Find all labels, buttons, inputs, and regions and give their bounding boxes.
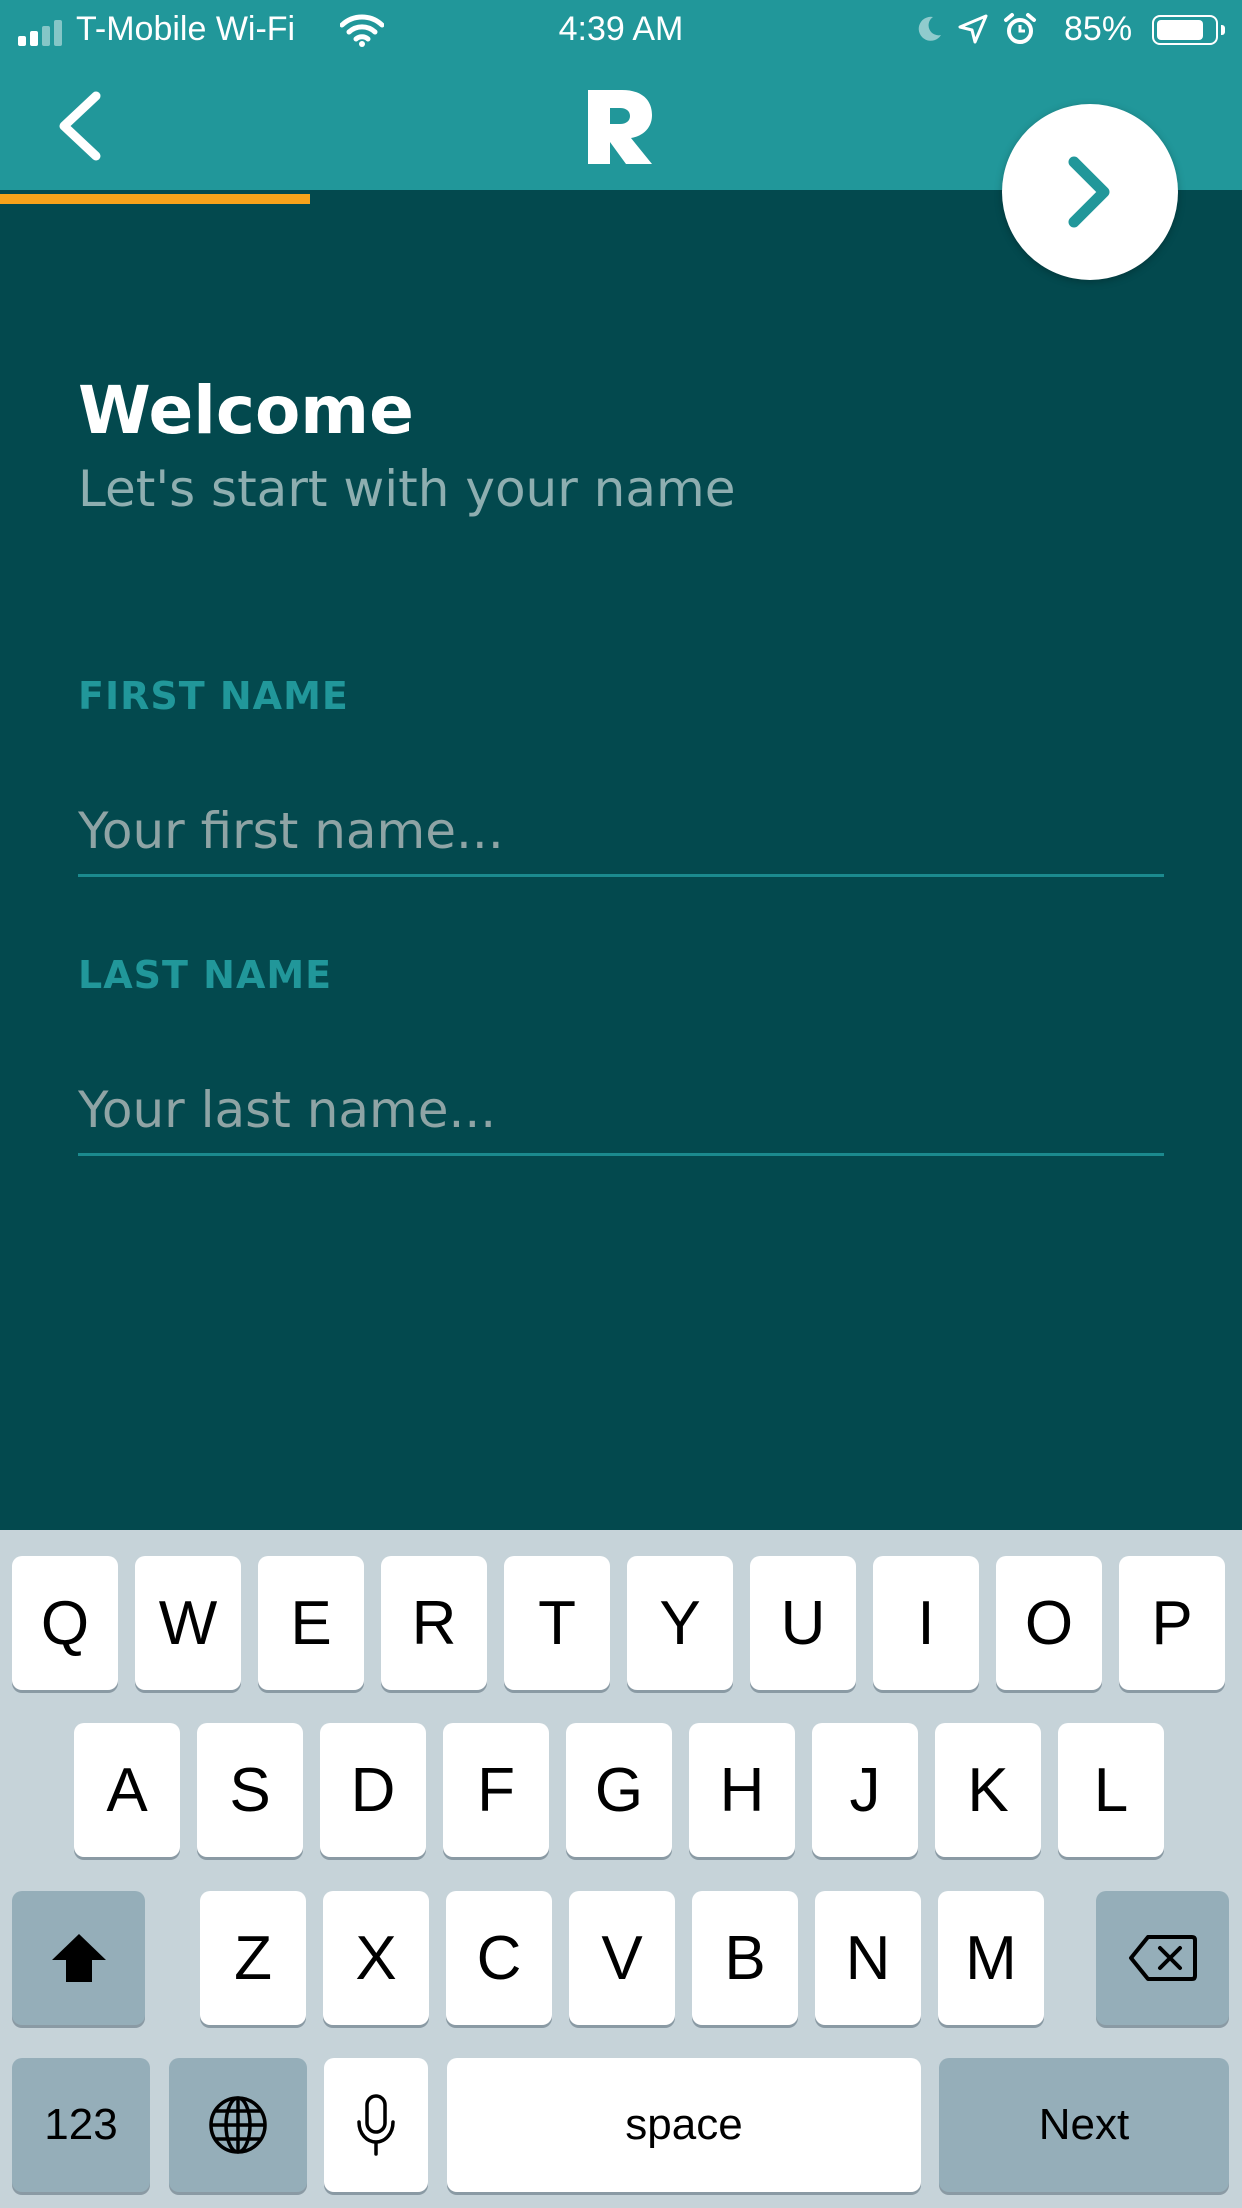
shift-key[interactable] [12,1891,145,2025]
key-q[interactable]: Q [12,1556,118,1690]
first-name-input[interactable] [78,787,1164,877]
page-title: Welcome [78,372,414,449]
key-y[interactable]: Y [627,1556,733,1690]
alarm-clock-icon [1004,13,1036,44]
key-l[interactable]: L [1058,1723,1164,1857]
page-subtitle: Let's start with your name [78,460,736,518]
battery-fill [1157,20,1203,40]
r-logo-icon [588,90,652,164]
key-m[interactable]: M [938,1891,1044,2025]
key-j[interactable]: J [812,1723,918,1857]
key-f[interactable]: F [443,1723,549,1857]
backspace-icon [1128,1935,1197,1981]
key-s[interactable]: S [197,1723,303,1857]
globe-key[interactable] [169,2058,307,2192]
key-o[interactable]: O [996,1556,1102,1690]
last-name-label: LAST NAME [78,953,333,997]
key-w[interactable]: W [135,1556,241,1690]
key-d[interactable]: D [320,1723,426,1857]
progress-bar [0,194,310,204]
key-t[interactable]: T [504,1556,610,1690]
last-name-input[interactable] [78,1066,1164,1156]
status-bar: T-Mobile Wi-Fi 4:39 AM 85% [0,0,1242,62]
key-a[interactable]: A [74,1723,180,1857]
back-chevron-icon[interactable] [52,88,108,164]
key-i[interactable]: I [873,1556,979,1690]
microphone-icon [357,2094,395,2156]
battery-percent: 85% [1064,10,1133,48]
next-key[interactable]: Next [939,2058,1229,2192]
numbers-key[interactable]: 123 [12,2058,150,2192]
key-v[interactable]: V [569,1891,675,2025]
key-r[interactable]: R [381,1556,487,1690]
key-b[interactable]: B [692,1891,798,2025]
dictation-key[interactable] [324,2058,428,2192]
key-h[interactable]: H [689,1723,795,1857]
key-e[interactable]: E [258,1556,364,1690]
delete-key[interactable] [1096,1891,1229,2025]
space-key[interactable]: space [447,2058,921,2192]
key-u[interactable]: U [750,1556,856,1690]
key-g[interactable]: G [566,1723,672,1857]
key-p[interactable]: P [1119,1556,1225,1690]
do-not-disturb-moon-icon [918,16,941,41]
location-arrow-icon [958,14,988,44]
key-k[interactable]: K [935,1723,1041,1857]
shift-icon [51,1934,106,1982]
key-x[interactable]: X [323,1891,429,2025]
key-n[interactable]: N [815,1891,921,2025]
key-z[interactable]: Z [200,1891,306,2025]
chevron-right-icon [1068,156,1110,228]
key-c[interactable]: C [446,1891,552,2025]
keyboard: QWERTYUIOP ASDFGHJKL ZXCVBNM 123 space N… [0,1530,1242,2208]
globe-icon [209,2096,267,2154]
battery-icon [1152,15,1225,45]
status-time: 4:39 AM [558,10,684,48]
next-button[interactable] [1002,104,1178,280]
first-name-label: FIRST NAME [78,674,349,718]
